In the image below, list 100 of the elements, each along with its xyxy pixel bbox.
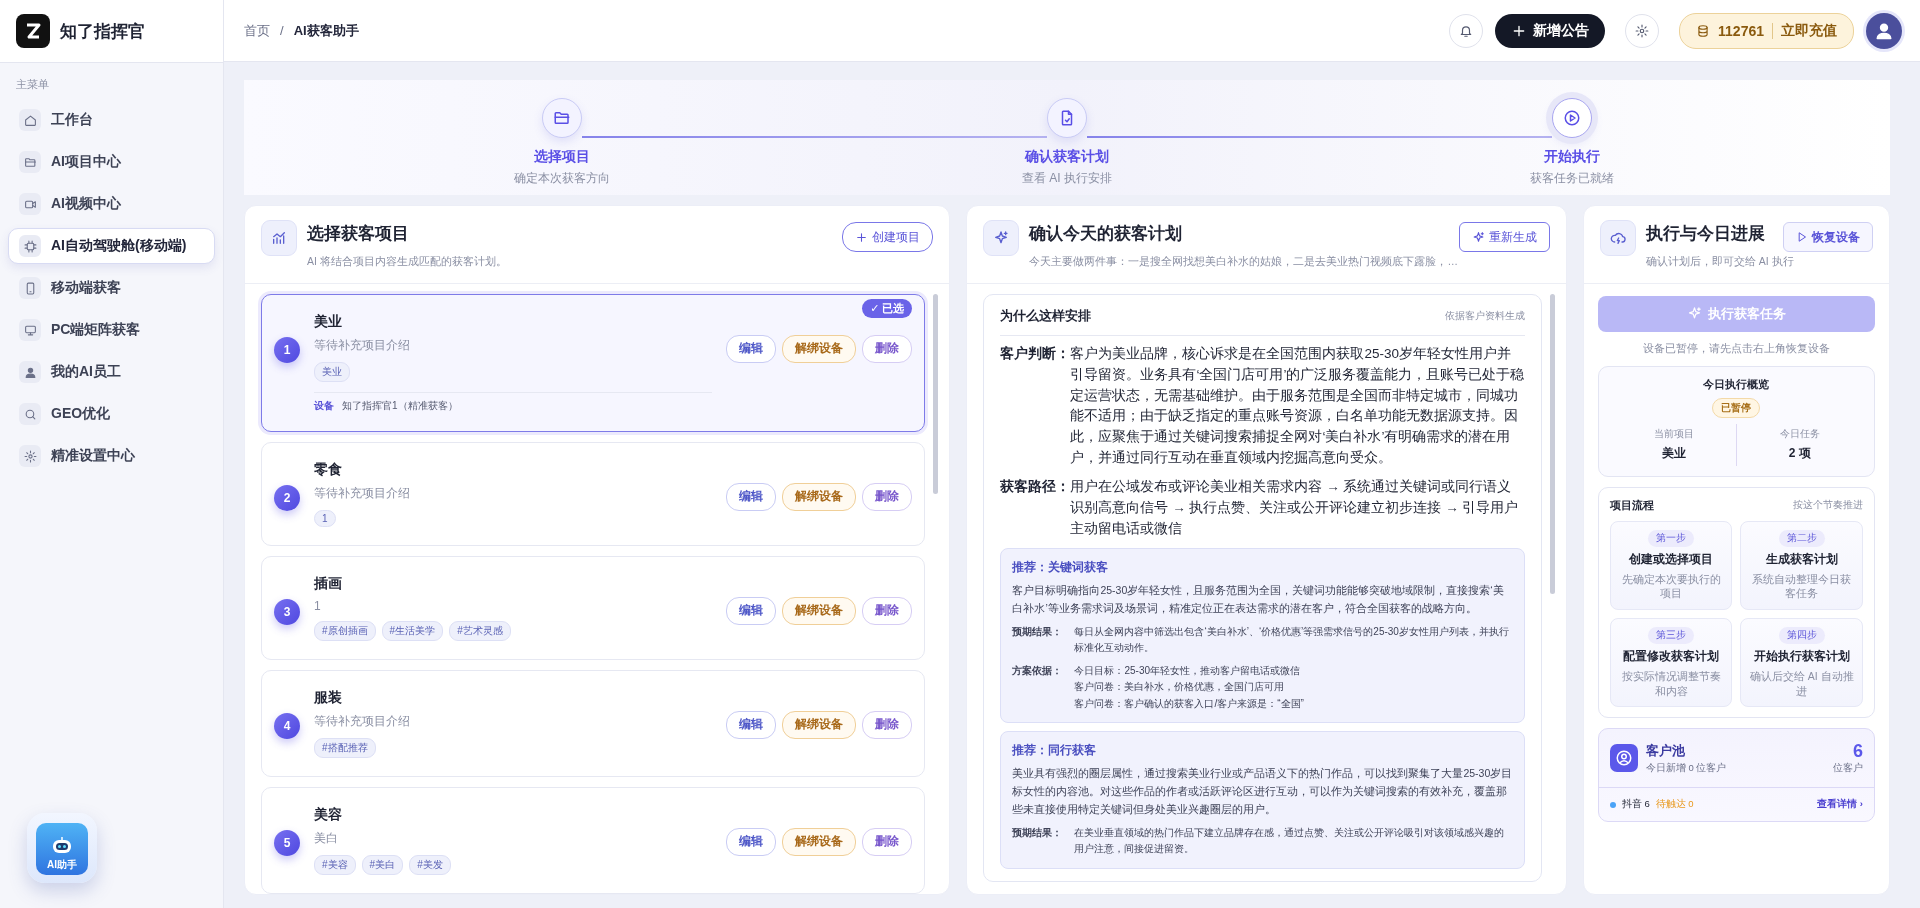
card-title: 今日执行概览 (1703, 376, 1770, 392)
credits-recharge-button[interactable]: 112761 立即充值 (1679, 12, 1854, 49)
stat-value: 美业 (1661, 444, 1686, 462)
resume-device-button[interactable]: 恢复设备 (1783, 222, 1873, 252)
bell-icon (1459, 23, 1474, 38)
credits-balance: 112761 (1718, 22, 1764, 39)
user-icon (19, 361, 41, 383)
project-description: 1 (314, 598, 322, 613)
panel-title: 执行与今日进展 (1645, 223, 1766, 245)
notification-button[interactable] (1449, 13, 1484, 48)
flow-step-description: 确认后交给 AI 自动推进 (1748, 669, 1855, 699)
project-card[interactable]: 4 服装 等待补充项目介绍 #搭配推荐 编辑 解绑设备 删除 (261, 669, 926, 777)
panel-subtitle: 今天主要做两件事：一是搜全网找想美白补水的姑娘，二是去美业热门视频底下露脸，… (1029, 254, 1459, 269)
tag: 1 (314, 509, 336, 527)
flow-step-title: 配置修改获客计划 (1623, 648, 1720, 666)
edit-button[interactable]: 编辑 (726, 334, 777, 363)
device-name: 知了指挥官1（精准获客） (342, 398, 458, 413)
stat-label: 今日任务 (1779, 427, 1820, 441)
delete-button[interactable]: 删除 (862, 710, 913, 739)
search-icon (19, 403, 41, 425)
sidebar-item[interactable]: 精准设置中心 (8, 438, 215, 474)
tag: 美业 (314, 361, 350, 382)
sidebar-item[interactable]: 我的AI员工 (8, 354, 215, 390)
coins-icon (1696, 23, 1711, 38)
regenerate-button[interactable]: 重新生成 (1458, 222, 1550, 252)
status-badge: 已暂停 (1712, 397, 1761, 418)
chart-icon (261, 220, 297, 256)
panel-title: 确认今天的获客计划 (1029, 223, 1184, 245)
brand-name: 知了指挥官 (60, 20, 145, 43)
project-card[interactable]: 5 美容 美白 #美容 #美白 #美发 编辑 解绑设备 删除 (261, 786, 926, 894)
sidebar-item[interactable]: 工作台 (8, 102, 215, 138)
recommendation-title: 推荐：同行获客 (1012, 742, 1098, 760)
card-title: 项目流程 (1609, 497, 1654, 513)
flow-step-description: 按实际情况调整节奏和内容 (1620, 669, 1722, 699)
detail-label: 方案依据： (1012, 663, 1064, 678)
project-number: 1 (274, 336, 300, 363)
step-subtitle: 获客任务已就绪 (1530, 170, 1614, 187)
project-number: 5 (274, 829, 300, 856)
chip-icon (19, 235, 41, 257)
unbind-button[interactable]: 解绑设备 (782, 827, 857, 856)
edit-button[interactable]: 编辑 (726, 596, 777, 625)
detail-text: 客户问卷：客户确认的获客入口/客户来源是：“全国” (1074, 696, 1305, 711)
step-badge: 第四步 (1778, 627, 1825, 645)
flow-step-title: 创建或选择项目 (1629, 550, 1714, 568)
delete-button[interactable]: 删除 (862, 827, 913, 856)
view-details-link[interactable]: 查看详情 › (1817, 798, 1863, 812)
field-text: 客户为美业品牌，核心诉求是在全国范围内获取25-30岁年轻女性用户并引导留资。业务具有‘全国门店可用’的广泛服务覆盖能力，且账号已处于稳定运营状态，无需基础维护。由于服务范围是全国而非特定城市，同城功能不适用；由于缺乏指定的重点账号资源，白名单功能无数据源支持。因此，应聚焦于通过关键词搜索捕捉全网对‘美白补水’有明确需求的潜在用户，并通过同行互动在垂直领域内挖掘高意向受众。 (1070, 344, 1525, 468)
delete-button[interactable]: 删除 (862, 596, 913, 625)
panel-subtitle: 确认计划后，即可交给 AI 执行 (1645, 254, 1795, 269)
unbind-button[interactable]: 解绑设备 (782, 710, 857, 739)
settings-button[interactable] (1625, 13, 1660, 48)
folder-icon (19, 151, 41, 173)
sidebar-item[interactable]: PC端矩阵获客 (8, 312, 215, 348)
step-subtitle: 查看 AI 执行安排 (1022, 170, 1112, 187)
scrollbar[interactable] (1549, 293, 1555, 594)
project-description: 等待补充项目介绍 (314, 484, 411, 502)
breadcrumb-separator: / (280, 23, 284, 38)
sidebar-item[interactable]: AI项目中心 (8, 144, 215, 180)
create-project-button[interactable]: 创建项目 (842, 222, 934, 252)
folder-icon (542, 98, 582, 138)
delete-button[interactable]: 删除 (862, 482, 913, 511)
step-title: 确认获客计划 (1025, 148, 1109, 166)
detail-label: 预期结果： (1012, 624, 1064, 639)
pending-count: 待触达 0 (1655, 798, 1694, 812)
unbind-button[interactable]: 解绑设备 (782, 482, 857, 511)
count-unit: 位客户 (1833, 762, 1863, 776)
project-card[interactable]: 2 零食 等待补充项目介绍 1 编辑 解绑设备 删除 (261, 441, 926, 546)
project-card[interactable]: 3 插画 1 #原创插画 #生活美学 #艺术灵感 编辑 解绑设备 删除 (261, 555, 926, 660)
stat-value: 2 项 (1788, 444, 1811, 462)
scrollbar[interactable] (933, 293, 939, 494)
sidebar-item[interactable]: GEO优化 (8, 396, 215, 432)
edit-button[interactable]: 编辑 (726, 710, 777, 739)
customer-count: 6 (1853, 741, 1863, 762)
section-note: 依据客户资料生成 (1444, 308, 1525, 323)
avatar[interactable] (1866, 12, 1902, 49)
project-description: 等待补充项目介绍 (314, 336, 411, 354)
sidebar-item[interactable]: AI视频中心 (8, 186, 215, 222)
unbind-button[interactable]: 解绑设备 (782, 334, 857, 363)
delete-button[interactable]: 删除 (862, 334, 913, 363)
project-card[interactable]: ✓ 已选 1 美业 等待补充项目介绍 美业 设备 知了指挥官1（精准获客） 编辑 解绑设备 删除 (261, 293, 926, 432)
tag: #艺术灵感 (449, 620, 511, 641)
recharge-link[interactable]: 立即充值 (1781, 21, 1837, 40)
monitor-icon (19, 319, 41, 341)
project-name: 美容 (314, 805, 343, 824)
project-description: 美白 (314, 829, 339, 847)
breadcrumb-link[interactable]: 首页 (244, 21, 270, 40)
detail-text: 每日从全网内容中筛选出包含‘美白补水’、‘价格优惠’等强需求信号的25-30岁女性用户列表，并执行标准化互动动作。 (1074, 624, 1510, 656)
field-label: 客户判断： (1000, 344, 1071, 363)
pool-subtitle: 今日新增 0 位客户 (1645, 761, 1728, 775)
ai-assistant-button[interactable]: AI助手 (27, 812, 97, 883)
edit-button[interactable]: 编辑 (726, 827, 777, 856)
sidebar-item[interactable]: AI自动驾驶舱(移动端) (8, 228, 215, 264)
sparkle-icon (1686, 306, 1702, 322)
device-label: 设备 (314, 398, 334, 413)
sidebar-item[interactable]: 移动端获客 (8, 270, 215, 306)
edit-button[interactable]: 编辑 (726, 482, 777, 511)
unbind-button[interactable]: 解绑设备 (782, 596, 857, 625)
new-announcement-button[interactable]: 新增公告 (1495, 13, 1606, 48)
phone-icon (19, 277, 41, 299)
detail-text: 今日目标：25-30年轻女性，推动客户留电话或微信 (1074, 663, 1301, 678)
